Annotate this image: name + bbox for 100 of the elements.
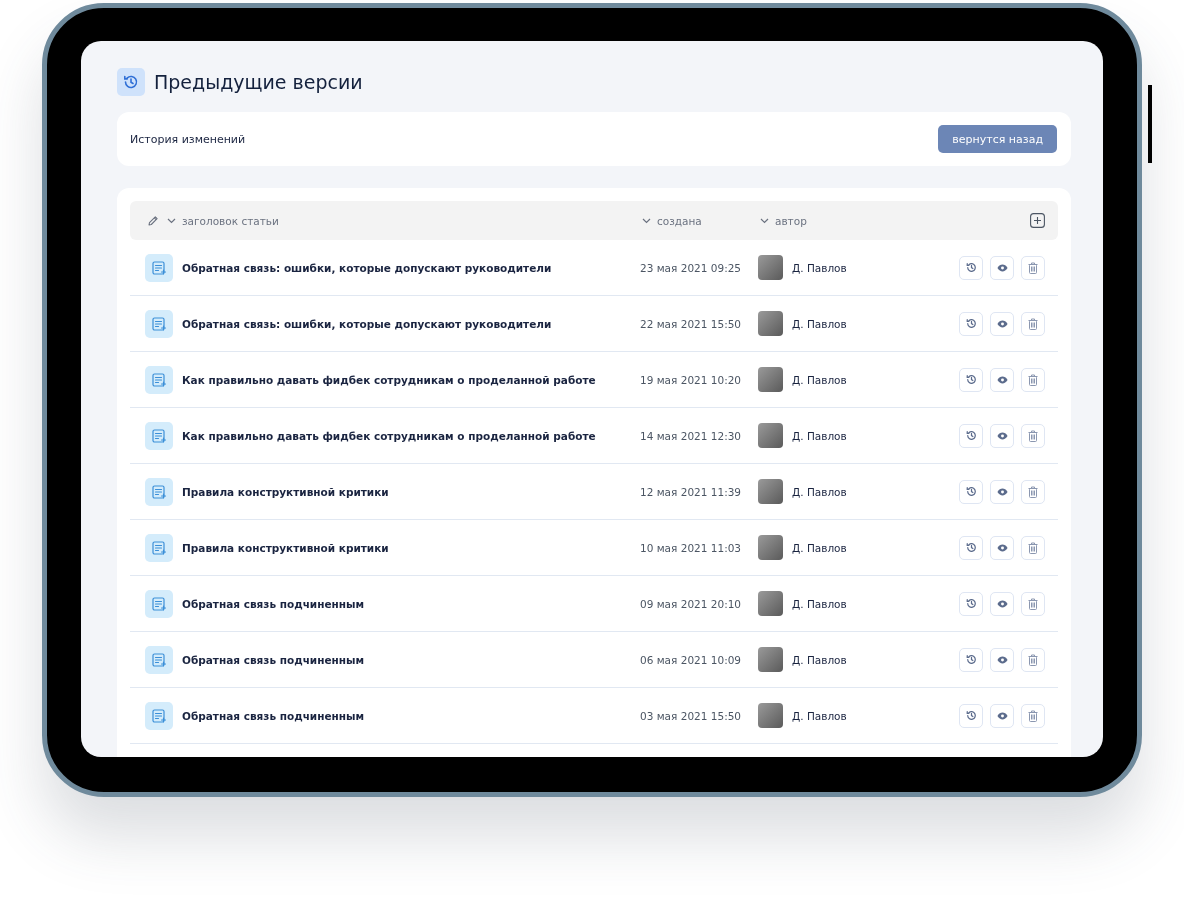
delete-button[interactable]: [1021, 311, 1045, 336]
author-name: Д. Павлов: [792, 373, 847, 386]
sort-header[interactable]: заголовок статьи: [167, 214, 279, 227]
sort-header[interactable]: автор: [760, 214, 807, 227]
restore-button[interactable]: [959, 423, 983, 448]
created-date: 22 мая 2021 15:50: [640, 317, 742, 330]
document-icon: [145, 309, 173, 338]
delete-button[interactable]: [1021, 367, 1045, 392]
restore-button[interactable]: [959, 255, 983, 280]
document-icon: [145, 533, 173, 562]
history-icon: [965, 598, 977, 609]
article-title[interactable]: Обратная связь подчиненным: [182, 709, 365, 722]
chevron-down-icon: [760, 217, 769, 224]
page-title: Предыдущие версии: [154, 71, 363, 93]
document-icon: [145, 365, 173, 394]
history-icon: [965, 542, 977, 553]
created-date: 23 мая 2021 09:25: [640, 261, 742, 274]
restore-button[interactable]: [959, 647, 983, 672]
trash-icon: [1028, 541, 1038, 554]
pencil-icon: [147, 214, 159, 227]
view-button[interactable]: [990, 423, 1014, 448]
back-button[interactable]: вернутся назад: [938, 125, 1057, 153]
sort-header[interactable]: создана: [642, 214, 702, 227]
history-icon: [117, 68, 145, 96]
document-icon: [145, 589, 173, 618]
history-icon: [965, 710, 977, 721]
created-date: 09 мая 2021 20:10: [640, 597, 742, 610]
article-title[interactable]: Как правильно давать фидбек сотрудникам о проделанной работе: [182, 429, 596, 442]
eye-icon: [996, 319, 1008, 328]
avatar-placeholder: [758, 311, 783, 336]
avatar-placeholder: [758, 703, 783, 728]
document-icon: [145, 253, 173, 282]
eye-icon: [996, 487, 1008, 496]
eye-icon: [996, 431, 1008, 440]
avatar-placeholder: [758, 255, 783, 280]
history-icon: [965, 318, 977, 329]
author-name: Д. Павлов: [792, 261, 847, 274]
delete-button[interactable]: [1021, 479, 1045, 504]
delete-button[interactable]: [1021, 647, 1045, 672]
view-button[interactable]: [990, 591, 1014, 616]
created-date: 12 мая 2021 11:39: [640, 485, 742, 498]
document-icon: [145, 701, 173, 730]
created-date: 06 мая 2021 10:09: [640, 653, 742, 666]
eye-icon: [996, 599, 1008, 608]
history-icon: [965, 486, 977, 497]
article-title[interactable]: Правила конструктивной критики: [182, 541, 389, 554]
delete-button[interactable]: [1021, 423, 1045, 448]
author-name: Д. Павлов: [792, 541, 847, 554]
author-name: Д. Павлов: [792, 429, 847, 442]
avatar-placeholder: [758, 423, 783, 448]
author-name: Д. Павлов: [792, 653, 847, 666]
trash-icon: [1028, 709, 1038, 722]
delete-button[interactable]: [1021, 535, 1045, 560]
restore-button[interactable]: [959, 479, 983, 504]
author-name: Д. Павлов: [792, 709, 847, 722]
author-name: Д. Павлов: [792, 597, 847, 610]
avatar-placeholder: [758, 367, 783, 392]
delete-button[interactable]: [1021, 255, 1045, 280]
view-button[interactable]: [990, 367, 1014, 392]
delete-button[interactable]: [1021, 703, 1045, 728]
trash-icon: [1028, 429, 1038, 442]
created-date: 03 мая 2021 15:50: [640, 709, 742, 722]
restore-button[interactable]: [959, 535, 983, 560]
eye-icon: [996, 655, 1008, 664]
trash-icon: [1028, 485, 1038, 498]
chevron-down-icon: [642, 217, 651, 224]
chevron-down-icon: [167, 217, 176, 224]
trash-icon: [1028, 373, 1038, 386]
view-button[interactable]: [990, 311, 1014, 336]
article-title[interactable]: Правила конструктивной критики: [182, 485, 389, 498]
history-label: История изменений: [130, 132, 246, 146]
eye-icon: [996, 711, 1008, 720]
delete-button[interactable]: [1021, 591, 1045, 616]
add-icon[interactable]: [1030, 213, 1045, 228]
created-date: 19 мая 2021 10:20: [640, 373, 742, 386]
author-name: Д. Павлов: [792, 485, 847, 498]
restore-button[interactable]: [959, 591, 983, 616]
article-title[interactable]: Как правильно давать фидбек сотрудникам о проделанной работе: [182, 373, 596, 386]
view-button[interactable]: [990, 647, 1014, 672]
eye-icon: [996, 375, 1008, 384]
view-button[interactable]: [990, 479, 1014, 504]
restore-button[interactable]: [959, 311, 983, 336]
article-title[interactable]: Обратная связь: ошибки, которые допускают руководители: [182, 317, 552, 330]
restore-button[interactable]: [959, 703, 983, 728]
view-button[interactable]: [990, 703, 1014, 728]
created-date: 14 мая 2021 12:30: [640, 429, 742, 442]
avatar-placeholder: [758, 535, 783, 560]
article-title[interactable]: Обратная связь подчиненным: [182, 653, 365, 666]
trash-icon: [1028, 653, 1038, 666]
avatar-placeholder: [758, 647, 783, 672]
view-button[interactable]: [990, 255, 1014, 280]
document-icon: [145, 421, 173, 450]
history-icon: [965, 262, 977, 273]
view-button[interactable]: [990, 535, 1014, 560]
history-icon: [965, 374, 977, 385]
article-title[interactable]: Обратная связь: ошибки, которые допускают руководители: [182, 261, 552, 274]
restore-button[interactable]: [959, 367, 983, 392]
document-icon: [145, 645, 173, 674]
article-title[interactable]: Обратная связь подчиненным: [182, 597, 365, 610]
author-name: Д. Павлов: [792, 317, 847, 330]
